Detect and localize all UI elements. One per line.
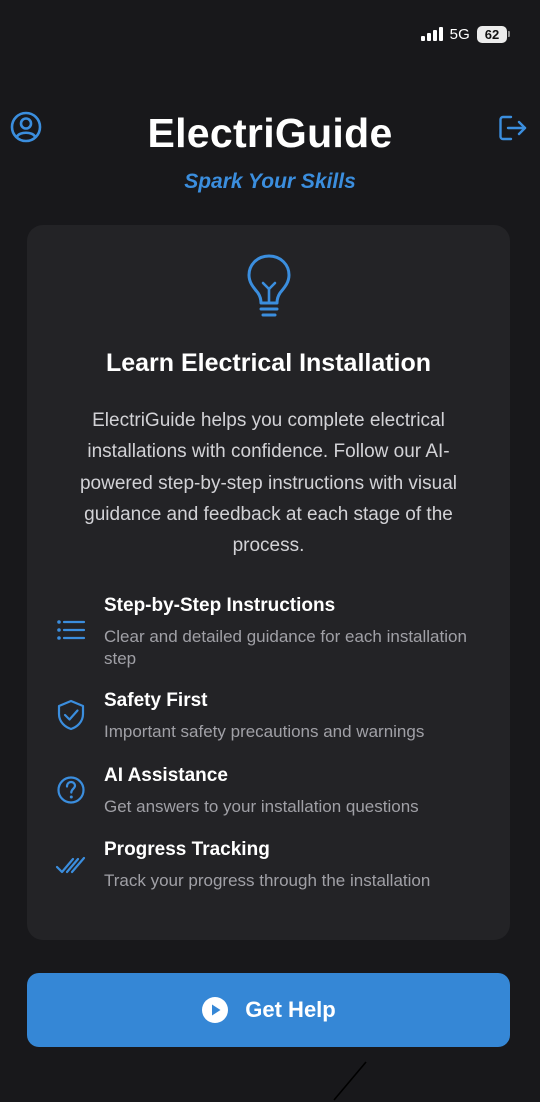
shield-check-icon bbox=[57, 699, 85, 731]
card-heading: Learn Electrical Installation bbox=[105, 349, 432, 377]
feature-description: Track your progress through the installa… bbox=[104, 871, 431, 890]
feature-title: Progress Tracking bbox=[104, 839, 270, 860]
logout-arrow-icon[interactable] bbox=[498, 114, 528, 142]
battery-level: 62 bbox=[477, 25, 507, 43]
app-screen: 5G 62 ElectriGuide Spark Your Skills Lea… bbox=[0, 0, 540, 1102]
info-card: Learn Electrical Installation ElectriGui… bbox=[27, 225, 510, 940]
feature-title: AI Assistance bbox=[104, 765, 228, 786]
network-type-label: 5G bbox=[449, 25, 470, 43]
battery-cap bbox=[508, 31, 510, 37]
battery-indicator: 62 bbox=[477, 25, 510, 43]
feature-title: Step-by-Step Instructions bbox=[104, 595, 336, 616]
divider-line bbox=[333, 1061, 367, 1101]
feature-description: Important safety precautions and warning… bbox=[104, 722, 425, 741]
double-check-icon bbox=[55, 856, 86, 874]
status-bar: 5G 62 bbox=[420, 22, 510, 46]
feature-title: Safety First bbox=[104, 690, 208, 711]
feature-description: Get answers to your installation questio… bbox=[104, 797, 419, 816]
app-tagline: Spark Your Skills bbox=[184, 170, 356, 193]
get-help-label: Get Help bbox=[245, 997, 336, 1022]
app-title: ElectriGuide bbox=[147, 110, 393, 156]
lightbulb-icon bbox=[247, 254, 291, 317]
question-circle-icon bbox=[57, 776, 85, 804]
get-help-button[interactable]: Get Help bbox=[27, 973, 510, 1047]
play-circle-icon bbox=[202, 997, 229, 1023]
card-description: ElectriGuide helps you complete electric… bbox=[79, 410, 457, 557]
feature-description: Clear and detailed guidance for each ins… bbox=[104, 627, 467, 668]
list-icon bbox=[57, 620, 86, 640]
signal-bars-icon bbox=[420, 27, 443, 41]
